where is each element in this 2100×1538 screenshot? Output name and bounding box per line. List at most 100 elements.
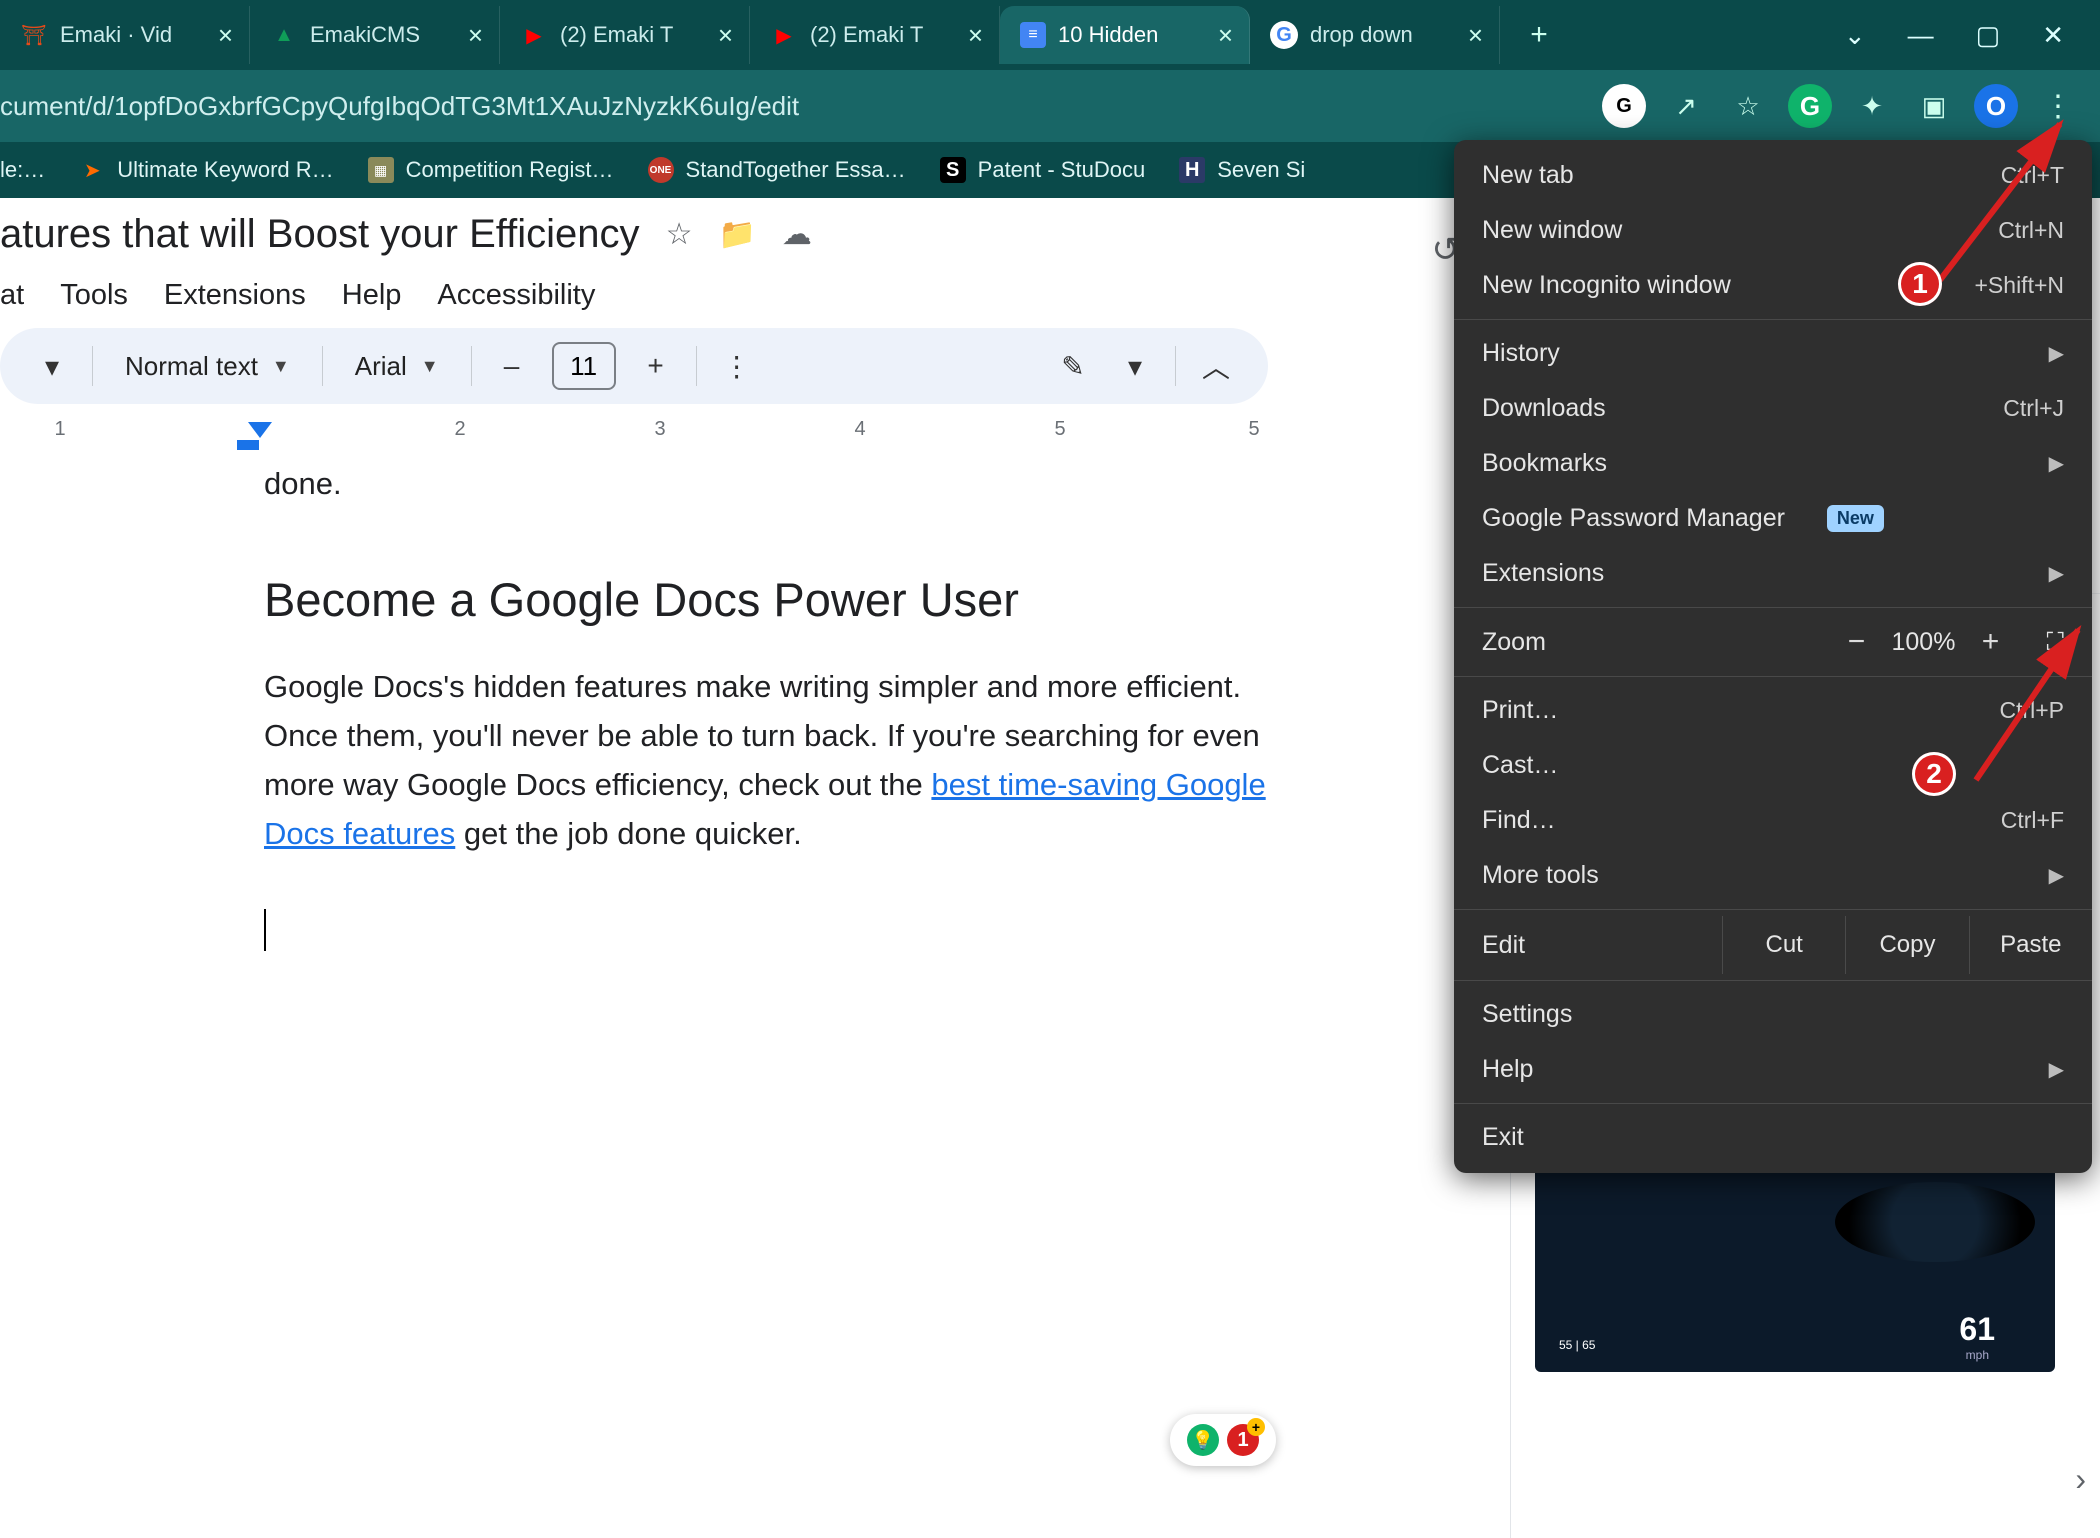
chevron-down-icon: ▼ <box>272 356 290 377</box>
h-icon: H <box>1179 157 1205 183</box>
tab-3[interactable]: ▶ (2) Emaki T × <box>750 6 1000 64</box>
bookmark-item[interactable]: HSeven Si <box>1179 157 1305 183</box>
tab-label: (2) Emaki T <box>810 22 956 48</box>
grammarly-widget[interactable]: 💡 1+ <box>1170 1414 1276 1466</box>
close-icon[interactable]: × <box>718 20 733 51</box>
heading: Become a Google Docs Power User <box>264 572 1300 627</box>
cloud-status-icon[interactable]: ☁ <box>782 217 812 252</box>
indent-marker-icon[interactable] <box>248 422 272 438</box>
google-account-icon[interactable]: G <box>1602 84 1646 128</box>
tab-4-active[interactable]: ≡10 Hidden× <box>1000 6 1250 64</box>
editing-mode-icon[interactable]: ✎ <box>1051 344 1095 388</box>
menu-password-manager[interactable]: Google Password Manager New <box>1454 491 2092 546</box>
more-options-icon[interactable]: ⋮ <box>715 344 759 388</box>
close-icon[interactable]: × <box>218 20 233 51</box>
menu-more-tools[interactable]: More tools▶ <box>1454 848 2092 903</box>
menu-exit[interactable]: Exit <box>1454 1110 2092 1165</box>
bookmark-item[interactable]: ➤Ultimate Keyword R… <box>79 157 333 183</box>
url-text[interactable]: cument/d/1opfDoGxbrfGCpyQufgIbqOdTG3Mt1X… <box>0 91 1592 122</box>
close-icon[interactable]: × <box>1468 20 1483 51</box>
bookmark-item[interactable]: SPatent - StuDocu <box>940 157 1146 183</box>
bookmark-star-icon[interactable]: ☆ <box>1726 84 1770 128</box>
grammarly-icon[interactable]: G <box>1788 84 1832 128</box>
paragraph: Google Docs's hidden features make writi… <box>264 663 1300 859</box>
suggestion-count-badge: 1+ <box>1227 1424 1259 1456</box>
chevron-right-icon: ▶ <box>2049 341 2064 366</box>
menu-copy[interactable]: Copy <box>1845 916 1968 974</box>
document-page[interactable]: done. Become a Google Docs Power User Go… <box>0 462 1300 951</box>
close-icon[interactable]: × <box>1218 20 1233 51</box>
collapse-toolbar-icon[interactable]: ︿ <box>1194 344 1238 388</box>
bulb-icon: 💡 <box>1187 1424 1219 1456</box>
zoom-out-button[interactable]: − <box>1834 625 1878 659</box>
zoom-value: 100% <box>1878 628 1968 657</box>
menu-help[interactable]: Help <box>342 279 402 312</box>
menu-accessibility[interactable]: Accessibility <box>437 279 595 312</box>
one-icon: ONE <box>648 157 674 183</box>
grid-icon: ▦ <box>368 157 394 183</box>
result-thumbnail[interactable]: 55 | 65 61 mph <box>1535 1162 2055 1372</box>
annotation-arrow <box>1930 110 2090 300</box>
menu-format[interactable]: at <box>0 279 24 312</box>
favicon-torii-icon: ⛩ <box>20 21 48 49</box>
favicon-docs-icon: ≡ <box>1020 22 1046 48</box>
window-controls: ⌄ — ▢ ✕ <box>1844 20 2100 51</box>
extensions-puzzle-icon[interactable]: ✦ <box>1850 84 1894 128</box>
tab-2[interactable]: ▶(2) Emaki T× <box>500 6 750 64</box>
tab-1[interactable]: ▲EmakiCMS× <box>250 6 500 64</box>
text-cursor <box>264 909 266 951</box>
tab-5[interactable]: Gdrop down × <box>1250 6 1500 64</box>
maximize-icon[interactable]: ▢ <box>1976 20 2001 51</box>
chevron-right-icon[interactable]: › <box>2075 1461 2086 1498</box>
doc-title[interactable]: atures that will Boost your Efficiency <box>0 212 640 257</box>
menu-help[interactable]: Help▶ <box>1454 1042 2092 1097</box>
favicon-youtube-icon: ▶ <box>770 21 798 49</box>
minimize-icon[interactable]: — <box>1908 20 1934 51</box>
bookmark-item[interactable]: ONEStandTogether Essa… <box>648 157 906 183</box>
menu-downloads[interactable]: DownloadsCtrl+J <box>1454 381 2092 436</box>
bookmark-item[interactable]: ▦Competition Regist… <box>368 157 614 183</box>
chevron-right-icon: ▶ <box>2049 1057 2064 1082</box>
search-tabs-icon[interactable]: ⌄ <box>1844 20 1866 51</box>
chevron-down-icon: ▼ <box>421 356 439 377</box>
menu-bookmarks[interactable]: Bookmarks▶ <box>1454 436 2092 491</box>
address-bar: cument/d/1opfDoGxbrfGCpyQufgIbqOdTG3Mt1X… <box>0 70 2100 142</box>
tab-label: Emaki · Vid <box>60 22 206 48</box>
menu-extensions[interactable]: Extensions▶ <box>1454 546 2092 601</box>
increase-font-button[interactable]: + <box>634 344 678 388</box>
style-dropdown[interactable]: Normal text▼ <box>111 343 304 390</box>
menu-history[interactable]: History▶ <box>1454 326 2092 381</box>
menu-extensions[interactable]: Extensions <box>164 279 306 312</box>
close-icon[interactable]: × <box>968 20 983 51</box>
menu-tools[interactable]: Tools <box>60 279 128 312</box>
annotation-badge-1: 1 <box>1898 262 1942 306</box>
move-folder-icon[interactable]: 📁 <box>718 217 755 252</box>
favicon-google-icon: G <box>1270 21 1298 49</box>
share-icon[interactable]: ↗ <box>1664 84 1708 128</box>
ruler[interactable]: 1 2 3 4 5 5 5 <box>0 412 1260 462</box>
font-dropdown[interactable]: Arial▼ <box>341 343 453 390</box>
menu-paste[interactable]: Paste <box>1969 916 2092 974</box>
bookmark-item[interactable]: le:… <box>0 157 45 183</box>
indent-marker-icon[interactable] <box>237 440 259 450</box>
chevron-down-icon[interactable]: ▾ <box>1113 344 1157 388</box>
star-icon[interactable]: ☆ <box>666 217 693 252</box>
close-window-icon[interactable]: ✕ <box>2042 20 2064 51</box>
menu-edit-row: Edit Cut Copy Paste <box>1454 916 2092 974</box>
tab-label: EmakiCMS <box>310 22 456 48</box>
menu-find[interactable]: Find…Ctrl+F <box>1454 793 2092 848</box>
tab-0[interactable]: ⛩ Emaki · Vid × <box>0 6 250 64</box>
decrease-font-button[interactable]: – <box>490 344 534 388</box>
font-size-input[interactable]: 11 <box>552 342 616 390</box>
new-badge: New <box>1827 505 1884 532</box>
annotation-badge-2: 2 <box>1912 752 1956 796</box>
annotation-arrow <box>1968 620 2098 790</box>
close-icon[interactable]: × <box>468 20 483 51</box>
studocu-icon: S <box>940 157 966 183</box>
menu-settings[interactable]: Settings <box>1454 987 2092 1042</box>
favicon-youtube-icon: ▶ <box>520 21 548 49</box>
new-tab-button[interactable]: + <box>1518 14 1560 56</box>
menu-cut[interactable]: Cut <box>1722 916 1845 974</box>
tab-label: drop down <box>1310 22 1456 48</box>
chevron-down-icon[interactable]: ▾ <box>30 344 74 388</box>
